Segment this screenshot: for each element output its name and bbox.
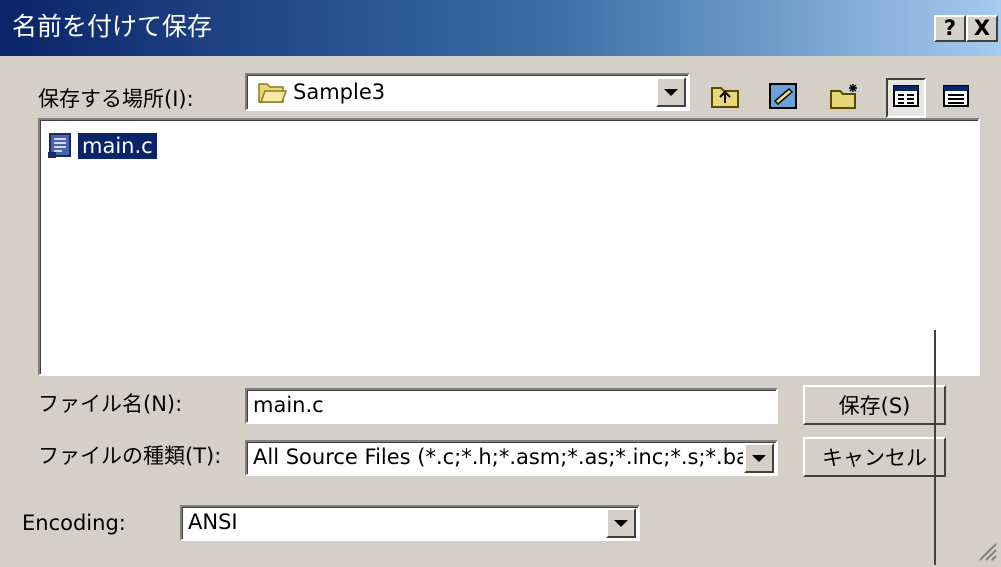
chevron-down-icon (752, 454, 766, 462)
c-source-file-icon (48, 133, 74, 159)
save-location-value: Sample3 (293, 80, 386, 104)
dialog-title: 名前を付けて保存 (12, 12, 213, 41)
desktop-button[interactable] (763, 78, 803, 118)
resize-grip-icon (979, 543, 997, 561)
folder-open-icon (257, 80, 287, 104)
list-view-button[interactable] (886, 78, 926, 118)
cancel-button[interactable]: キャンセル (803, 437, 946, 477)
encoding-dropdown-button[interactable] (606, 508, 636, 538)
filename-input[interactable]: main.c (245, 388, 778, 424)
encoding-select[interactable]: ANSI (180, 505, 640, 541)
filetype-label: ファイルの種類(T): (38, 444, 222, 468)
encoding-value: ANSI (188, 510, 238, 534)
filename-label: ファイル名(N): (38, 392, 183, 416)
new-folder-button[interactable] (825, 78, 865, 118)
encoding-label: Encoding: (22, 511, 126, 535)
help-button[interactable]: ? (934, 15, 966, 42)
new-folder-icon (829, 82, 861, 115)
chevron-down-icon (614, 519, 628, 527)
divider (934, 330, 936, 565)
save-button[interactable]: 保存(S) (803, 385, 946, 425)
resize-grip[interactable] (976, 540, 998, 562)
location-dropdown-button[interactable] (656, 77, 686, 107)
filename-value: main.c (253, 393, 324, 417)
folder-up-icon (710, 83, 740, 114)
list-item[interactable]: main.c (48, 132, 158, 160)
save-location-combobox[interactable]: Sample3 (245, 73, 690, 111)
filetype-select[interactable]: All Source Files (*.c;*.h;*.asm;*.as;*.i… (245, 440, 778, 476)
desktop-icon (767, 81, 799, 116)
file-name-label: main.c (77, 132, 158, 160)
details-view-icon (943, 84, 969, 112)
filetype-dropdown-button[interactable] (744, 443, 774, 473)
chevron-down-icon (664, 88, 678, 96)
file-list[interactable]: main.c (38, 118, 980, 376)
list-view-icon (893, 84, 919, 112)
up-one-level-button[interactable] (705, 78, 745, 118)
close-button[interactable]: X (966, 15, 998, 42)
title-bar[interactable]: 名前を付けて保存 ? X (0, 0, 1001, 56)
filetype-value: All Source Files (*.c;*.h;*.asm;*.as;*.i… (253, 445, 743, 469)
save-location-label: 保存する場所(I): (38, 87, 194, 111)
details-view-button[interactable] (936, 78, 976, 118)
